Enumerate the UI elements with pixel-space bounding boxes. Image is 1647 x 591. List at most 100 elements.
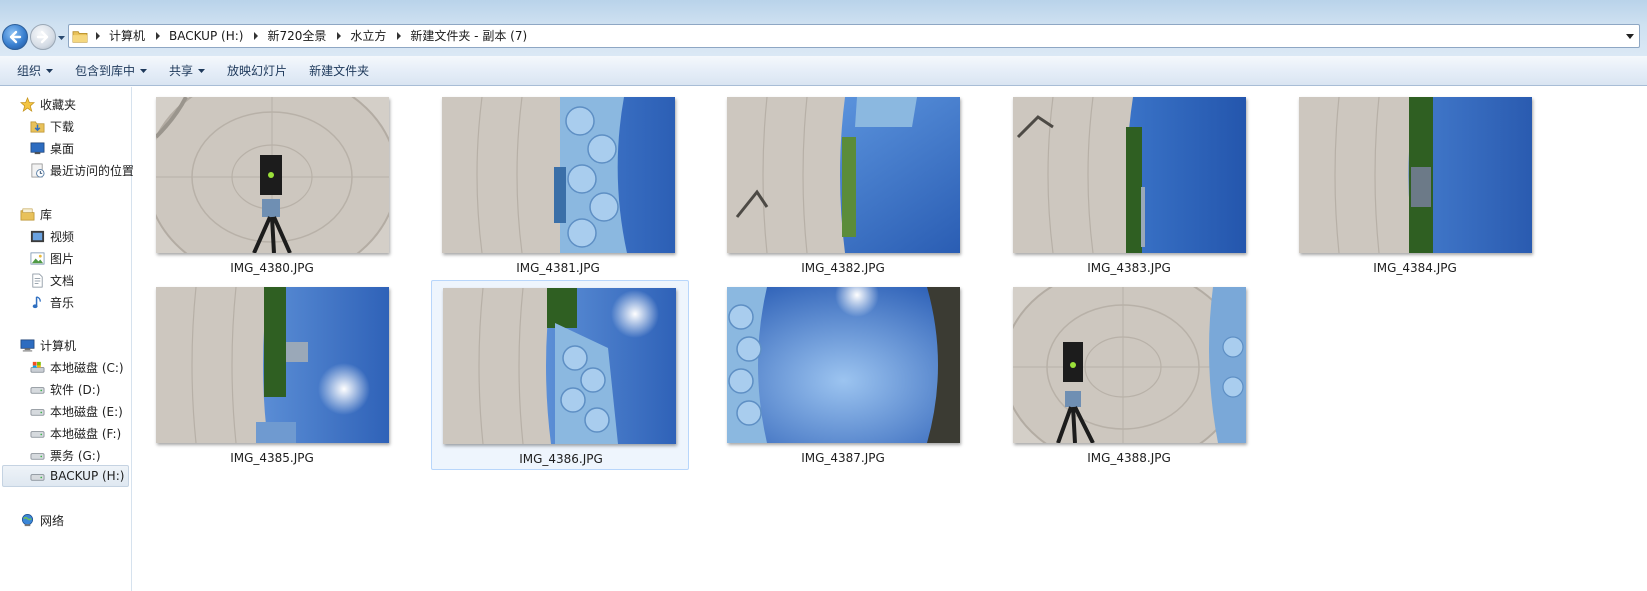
breadcrumb-computer[interactable]: 计算机 (105, 25, 151, 47)
nav-favorites[interactable]: 收藏夹 (18, 93, 76, 115)
star-icon (18, 96, 36, 112)
pictures-library-icon (28, 250, 46, 266)
arrow-right-icon (36, 30, 49, 44)
file-tile[interactable]: IMG_4382.JPG (714, 87, 972, 277)
hard-drive-icon (28, 468, 46, 484)
file-tile[interactable]: IMG_4386.JPG (431, 280, 689, 470)
file-name: IMG_4385.JPG (230, 451, 314, 465)
nav-item-drive-h[interactable]: BACKUP (H:) (2, 465, 129, 487)
music-note-icon (28, 294, 46, 310)
nav-item-label: 桌面 (50, 141, 75, 156)
panorama-watercube-sun-thumbnail (443, 288, 676, 444)
nav-computer[interactable]: 计算机 (18, 334, 76, 356)
file-name: IMG_4381.JPG (516, 261, 600, 275)
panorama-trees-building-thumbnail (1299, 97, 1532, 253)
downloads-folder-icon (28, 118, 46, 134)
nav-item-drive-f[interactable]: 本地磁盘 (F:) (28, 422, 121, 444)
nav-item-label: 本地磁盘 (E:) (50, 404, 123, 419)
nav-item-pictures[interactable]: 图片 (28, 247, 74, 269)
system-drive-icon (28, 359, 46, 375)
new-folder-label: 新建文件夹 (309, 64, 370, 78)
panorama-tripod-watercube-thumbnail (1013, 287, 1246, 443)
address-bar[interactable]: 计算机 BACKUP (H:) 新720全景 水立方 新建文件夹 - 副本 (7… (68, 24, 1640, 48)
nav-computer-label: 计算机 (40, 338, 77, 353)
chevron-down-icon (1626, 33, 1634, 39)
hard-drive-icon (28, 403, 46, 419)
breadcrumb-current-folder[interactable]: 新建文件夹 - 副本 (7) (406, 25, 533, 47)
file-view: IMG_4380.JPG IMG_4381.JPG IMG_4382.JPG I… (133, 87, 1647, 591)
panorama-tripod-floor-thumbnail (156, 97, 389, 253)
video-library-icon (28, 228, 46, 244)
nav-item-desktop[interactable]: 桌面 (28, 137, 74, 159)
nav-favorites-label: 收藏夹 (40, 97, 77, 112)
slideshow-label: 放映幻灯片 (227, 64, 288, 78)
address-history-dropdown[interactable] (1621, 25, 1639, 47)
breadcrumb-watercube-folder[interactable]: 水立方 (346, 25, 392, 47)
include-in-library-menu[interactable]: 包含到库中 (64, 59, 158, 83)
network-icon (18, 512, 36, 528)
nav-libraries-label: 库 (40, 207, 53, 222)
file-name: IMG_4387.JPG (801, 451, 885, 465)
hard-drive-icon (28, 425, 46, 441)
file-tile[interactable]: IMG_4388.JPG (1000, 277, 1258, 467)
dropdown-caret-icon (140, 68, 148, 73)
panorama-sky-shadow-thumbnail (727, 97, 960, 253)
file-name: IMG_4382.JPG (801, 261, 885, 275)
folder-icon (69, 25, 91, 47)
nav-network[interactable]: 网络 (18, 509, 64, 531)
navigation-pane: 收藏夹 下载 桌面 最近访问的位置 库 视频 图片 文档 音乐 计算机 本地磁盘… (0, 87, 134, 591)
nav-item-music[interactable]: 音乐 (28, 291, 74, 313)
breadcrumb-backup-drive[interactable]: BACKUP (H:) (165, 25, 249, 47)
nav-item-label: 软件 (D:) (50, 382, 101, 397)
desktop-icon (28, 140, 46, 156)
breadcrumb-panorama-folder[interactable]: 新720全景 (263, 25, 332, 47)
file-tile[interactable]: IMG_4387.JPG (714, 277, 972, 467)
breadcrumb-chevron-icon[interactable] (91, 25, 105, 47)
nav-item-downloads[interactable]: 下载 (28, 115, 74, 137)
nav-item-label: 下载 (50, 119, 75, 134)
organize-menu[interactable]: 组织 (6, 59, 64, 83)
file-tile[interactable]: IMG_4381.JPG (429, 87, 687, 277)
back-button[interactable] (2, 24, 28, 50)
nav-item-label: 视频 (50, 229, 75, 244)
nav-item-recent-places[interactable]: 最近访问的位置 (28, 159, 134, 181)
forward-button[interactable] (30, 24, 56, 50)
breadcrumb-chevron-icon[interactable] (332, 25, 346, 47)
file-name: IMG_4380.JPG (230, 261, 314, 275)
file-tile[interactable]: IMG_4384.JPG (1286, 87, 1544, 277)
nav-item-label: 图片 (50, 251, 75, 266)
panorama-trees-shadow-thumbnail (1013, 97, 1246, 253)
nav-item-label: 本地磁盘 (C:) (50, 360, 124, 375)
nav-libraries[interactable]: 库 (18, 203, 52, 225)
nav-network-label: 网络 (40, 513, 65, 528)
breadcrumb-chevron-icon[interactable] (392, 25, 406, 47)
nav-item-drive-c[interactable]: 本地磁盘 (C:) (28, 356, 124, 378)
include-in-library-label: 包含到库中 (75, 64, 136, 78)
arrow-left-icon (9, 30, 22, 44)
panorama-sun-trees-thumbnail (156, 287, 389, 443)
nav-item-label: 文档 (50, 273, 75, 288)
share-menu[interactable]: 共享 (158, 59, 216, 83)
breadcrumb-chevron-icon[interactable] (249, 25, 263, 47)
command-bar: 组织 包含到库中 共享 放映幻灯片 新建文件夹 (0, 56, 1647, 86)
slideshow-button[interactable]: 放映幻灯片 (216, 59, 298, 83)
nav-item-label: 本地磁盘 (F:) (50, 426, 122, 441)
nav-item-label: 票务 (G:) (50, 448, 101, 463)
nav-item-drive-d[interactable]: 软件 (D:) (28, 378, 100, 400)
recent-pages-dropdown-icon[interactable] (57, 33, 66, 43)
nav-item-drive-g[interactable]: 票务 (G:) (28, 444, 101, 466)
file-tile[interactable]: IMG_4380.JPG (143, 87, 401, 277)
nav-item-videos[interactable]: 视频 (28, 225, 74, 247)
computer-icon (18, 337, 36, 353)
file-name: IMG_4384.JPG (1373, 261, 1457, 275)
breadcrumb-chevron-icon[interactable] (151, 25, 165, 47)
file-tile[interactable]: IMG_4385.JPG (143, 277, 401, 467)
hard-drive-icon (28, 381, 46, 397)
nav-item-documents[interactable]: 文档 (28, 269, 74, 291)
share-label: 共享 (169, 64, 194, 78)
new-folder-button[interactable]: 新建文件夹 (298, 59, 380, 83)
file-tile[interactable]: IMG_4383.JPG (1000, 87, 1258, 277)
panorama-sky-zenith-thumbnail (727, 287, 960, 443)
dropdown-caret-icon (46, 68, 54, 73)
nav-item-drive-e[interactable]: 本地磁盘 (E:) (28, 400, 123, 422)
